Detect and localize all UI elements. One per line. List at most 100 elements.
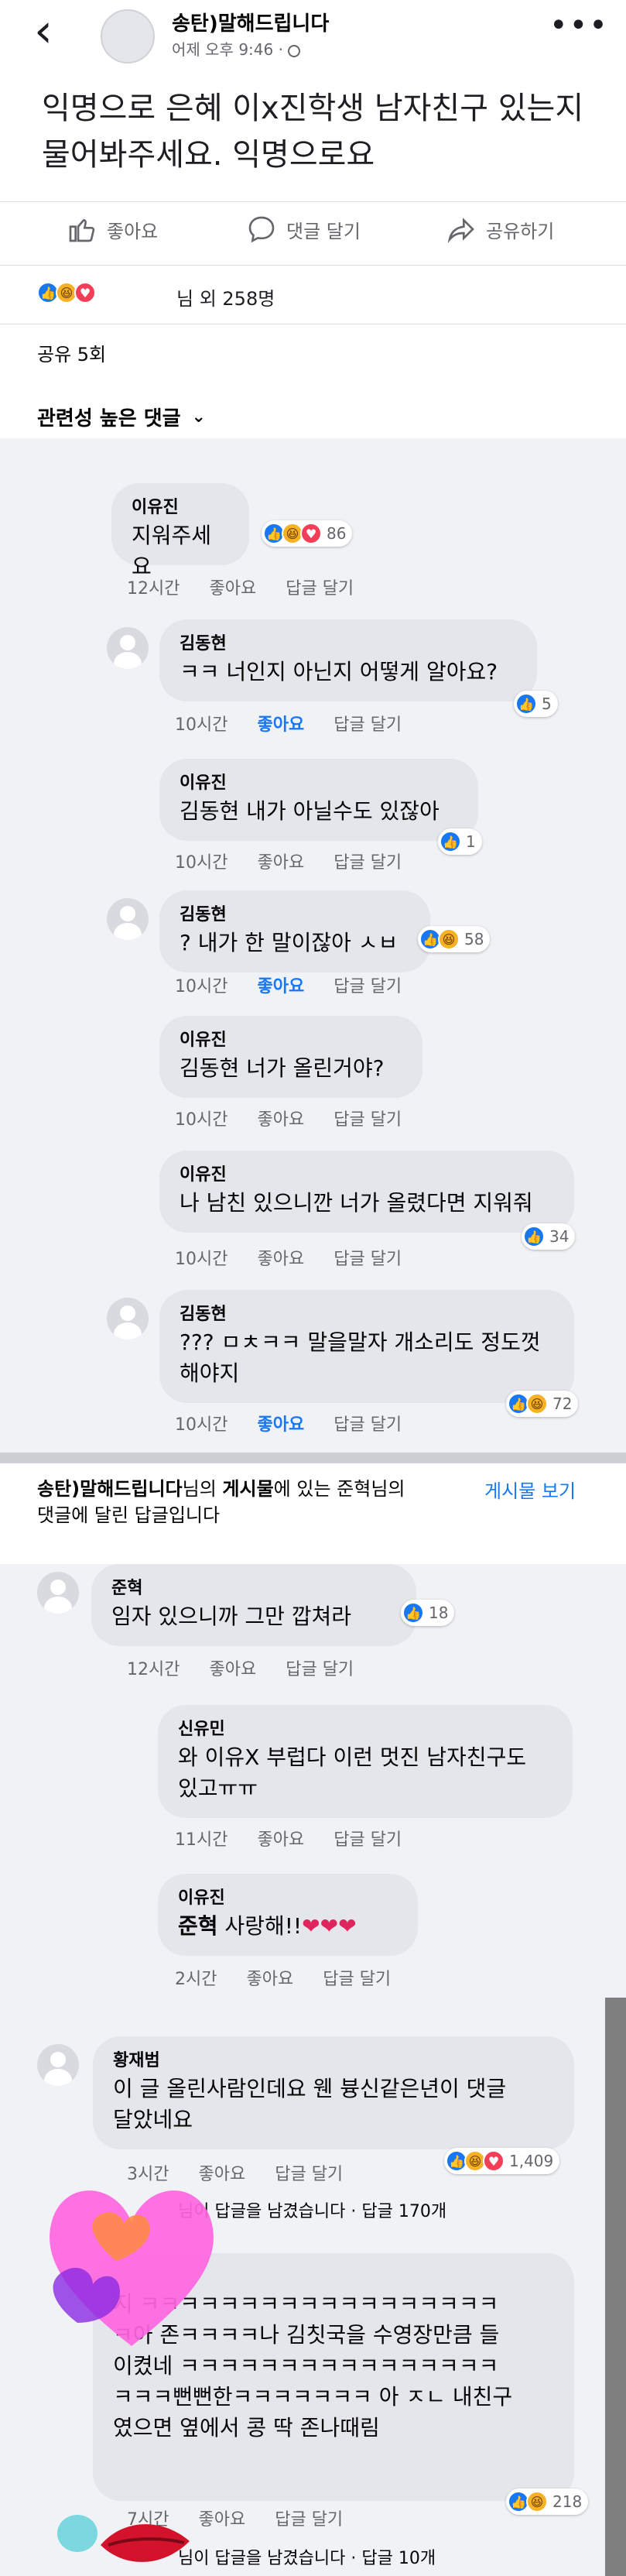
comment-reactions[interactable]: 👍 😆 58 bbox=[418, 926, 491, 952]
chevron-down-icon: ⌄ bbox=[191, 407, 206, 427]
comment-like-link[interactable]: 좋아요 bbox=[257, 1245, 304, 1270]
comment-author[interactable]: 김동현 bbox=[180, 903, 410, 928]
comment-author[interactable]: 이유진 bbox=[132, 496, 229, 520]
sort-label: 관련성 높은 댓글 bbox=[37, 407, 181, 430]
like-action-button[interactable]: 좋아요 bbox=[67, 214, 158, 245]
haha-reaction-icon: 😆 bbox=[526, 1393, 548, 1415]
comment-bubble[interactable]: 이유진 김동현 너가 올린거야? bbox=[159, 1016, 422, 1098]
comment-reply-link[interactable]: 답글 달기 bbox=[275, 2160, 343, 2185]
comment-bubble[interactable]: 김동현 ? 내가 한 말이잖아 ㅅㅂ bbox=[159, 890, 430, 972]
comment-reply-link[interactable]: 답글 달기 bbox=[323, 1965, 391, 1990]
share-action-button[interactable]: 공유하기 bbox=[446, 214, 554, 245]
comment-time: 10시간 bbox=[175, 715, 228, 735]
comment-reactions[interactable]: 👍 1 bbox=[438, 828, 482, 855]
edge-strip bbox=[605, 1998, 626, 2576]
comment-like-link[interactable]: 좋아요 bbox=[257, 1106, 304, 1130]
comment-reply-link[interactable]: 답글 달기 bbox=[334, 1411, 402, 1435]
comment-bubble[interactable]: 이유진 김동현 내가 아닐수도 있잖아 bbox=[159, 759, 478, 841]
reaction-count: 58 bbox=[464, 930, 484, 948]
comment-text: 지워주세요 bbox=[132, 523, 212, 579]
comment-reactions[interactable]: 👍 😆 72 bbox=[506, 1391, 579, 1417]
comment-like-link[interactable]: 좋아요 bbox=[257, 849, 304, 873]
comment-bubble[interactable]: 황재범 이 글 올린사람인데요 웬 븅신같은년이 댓글 달았네요 bbox=[93, 2036, 574, 2149]
notice-text: 에 있는 준혁님의 bbox=[273, 1478, 405, 1500]
comment-reply-link[interactable]: 답글 달기 bbox=[275, 2506, 343, 2530]
notice-page-name[interactable]: 송탄)말해드립니다 bbox=[37, 1478, 183, 1500]
comment-like-link[interactable]: 좋아요 bbox=[209, 575, 256, 599]
comment-reactions[interactable]: 👍 😆 ♥ 1,409 bbox=[444, 2148, 560, 2174]
comment-text: ㅋㅋ 너인지 아닌지 어떻게 알아요? bbox=[180, 659, 498, 684]
comment-text-line: 이 글 올린사람인데요 웬 븅신같은년이 댓글 bbox=[113, 2076, 507, 2101]
comment-icon bbox=[248, 216, 275, 243]
page-name[interactable]: 송탄)말해드립니다 bbox=[172, 8, 329, 36]
comment-author[interactable]: 이유진 bbox=[180, 771, 458, 796]
comment-reactions[interactable]: 👍 😆 ♥ 86 bbox=[262, 520, 353, 547]
page-avatar[interactable] bbox=[101, 9, 155, 63]
comment-bubble[interactable]: 이유진 지워주세요 bbox=[111, 483, 249, 579]
view-post-link[interactable]: 게시물 보기 bbox=[484, 1476, 576, 1503]
notice-post-link[interactable]: 게시물 bbox=[222, 1478, 273, 1500]
love-reaction-icon: ♥ bbox=[74, 282, 96, 304]
comment-reactions[interactable]: 👍 34 bbox=[522, 1223, 576, 1250]
comment-like-link[interactable]: 좋아요 bbox=[257, 972, 304, 997]
comment-bubble[interactable]: 김동현 ㅋㅋ 너인지 아닌지 어떻게 알아요? bbox=[159, 619, 537, 701]
lips-sticker-overlay bbox=[57, 2515, 190, 2562]
back-chevron-icon[interactable]: ‹ bbox=[34, 8, 53, 54]
like-reaction-icon: 👍 bbox=[523, 1226, 545, 1247]
comment-action-button[interactable]: 댓글 달기 bbox=[246, 214, 361, 245]
heart-icon: ❤ bbox=[302, 1913, 320, 1939]
comment-like-link[interactable]: 좋아요 bbox=[246, 1965, 293, 1990]
reaction-count: 1 bbox=[466, 832, 476, 851]
comment-reply-link[interactable]: 답글 달기 bbox=[286, 1655, 354, 1680]
post-text: 익명으로 은혜 이x진학생 남자친구 있는지 물어봐주세요. 익명으로요 bbox=[42, 91, 584, 173]
comment-like-link[interactable]: 좋아요 bbox=[198, 2506, 245, 2530]
comment-author[interactable]: 신유민 bbox=[178, 1717, 552, 1742]
post-time[interactable]: 어제 오후 9:46 · bbox=[172, 37, 301, 60]
avatar[interactable] bbox=[37, 1572, 79, 1614]
comment-reply-link[interactable]: 답글 달기 bbox=[334, 711, 402, 736]
comment-reactions[interactable]: 👍 😆 218 bbox=[506, 2489, 589, 2515]
reaction-summary[interactable]: 님 외 258명 bbox=[176, 283, 275, 310]
comment-bubble[interactable]: 신유민 와 이유X 부럽다 이런 멋진 남자친구도 있고ㅠㅠ bbox=[158, 1705, 573, 1818]
comment-author[interactable]: 황재범 bbox=[113, 2049, 554, 2073]
comment-author[interactable]: 이유진 bbox=[180, 1163, 554, 1188]
comment-bubble[interactable]: 이유진 나 남친 있으니깐 너가 올렸다면 지워줘 bbox=[159, 1151, 574, 1233]
avatar[interactable] bbox=[107, 1298, 149, 1339]
comment-author[interactable]: 김동현 bbox=[180, 632, 517, 657]
comment-reply-link[interactable]: 답글 달기 bbox=[286, 575, 354, 599]
comment-author[interactable]: 이유진 bbox=[178, 1886, 398, 1911]
reaction-icons[interactable]: 👍 😆 ♥ bbox=[37, 282, 96, 304]
comment-reply-link[interactable]: 답글 달기 bbox=[334, 1826, 402, 1851]
comment-author[interactable]: 김동현 bbox=[180, 1302, 554, 1327]
comment-bubble[interactable]: 이유진 준혁 사랑해!!❤❤❤ bbox=[158, 1874, 418, 1956]
comment-text: 준혁 사랑해!!❤❤❤ bbox=[178, 1911, 398, 1942]
comment-reply-link[interactable]: 답글 달기 bbox=[334, 972, 402, 997]
comment-author[interactable]: 이유진 bbox=[180, 1028, 402, 1053]
ellipsis-icon[interactable]: ••• bbox=[549, 8, 609, 43]
share-count[interactable]: 공유 5회 bbox=[37, 339, 106, 366]
comment-reactions[interactable]: 👍 18 bbox=[401, 1600, 455, 1626]
comment-bubble[interactable]: 준혁 임자 있으니까 그만 깝쳐라 bbox=[91, 1564, 416, 1646]
comment-bubble[interactable]: 김동현 ??? ㅁㅊㅋㅋ 말을말자 개소리도 정도껏 해야지 bbox=[159, 1290, 574, 1403]
mention[interactable]: 준혁 bbox=[178, 1913, 218, 1939]
comment-like-link[interactable]: 좋아요 bbox=[257, 1826, 304, 1851]
avatar[interactable] bbox=[107, 627, 149, 669]
avatar[interactable] bbox=[37, 2044, 79, 2086]
comment-author[interactable]: 준혁 bbox=[111, 1576, 396, 1601]
comment-reactions[interactable]: 👍 5 bbox=[514, 691, 558, 717]
comment-like-link[interactable]: 좋아요 bbox=[257, 711, 304, 736]
comment-text-line: 해야지 bbox=[180, 1360, 240, 1386]
comment-reply-link[interactable]: 답글 달기 bbox=[334, 1245, 402, 1270]
avatar[interactable] bbox=[107, 898, 149, 940]
heart-sticker-overlay bbox=[50, 2190, 214, 2346]
comment-meta: 10시간 좋아요 답글 달기 bbox=[175, 1245, 402, 1270]
replies-note[interactable]: 님이 답글을 남겼습니다 · 답글 10개 bbox=[178, 2544, 436, 2569]
comment-sort-dropdown[interactable]: 관련성 높은 댓글 ⌄ bbox=[37, 403, 206, 431]
reaction-count: 34 bbox=[549, 1227, 570, 1246]
comment-reply-link[interactable]: 답글 달기 bbox=[334, 849, 402, 873]
top-bar: ‹ 송탄)말해드립니다 어제 오후 9:46 · ••• bbox=[0, 0, 626, 74]
comment-reply-link[interactable]: 답글 달기 bbox=[334, 1106, 402, 1130]
comment-like-link[interactable]: 좋아요 bbox=[257, 1411, 304, 1435]
comment-like-link[interactable]: 좋아요 bbox=[209, 1655, 256, 1680]
reaction-count: 18 bbox=[429, 1604, 449, 1622]
